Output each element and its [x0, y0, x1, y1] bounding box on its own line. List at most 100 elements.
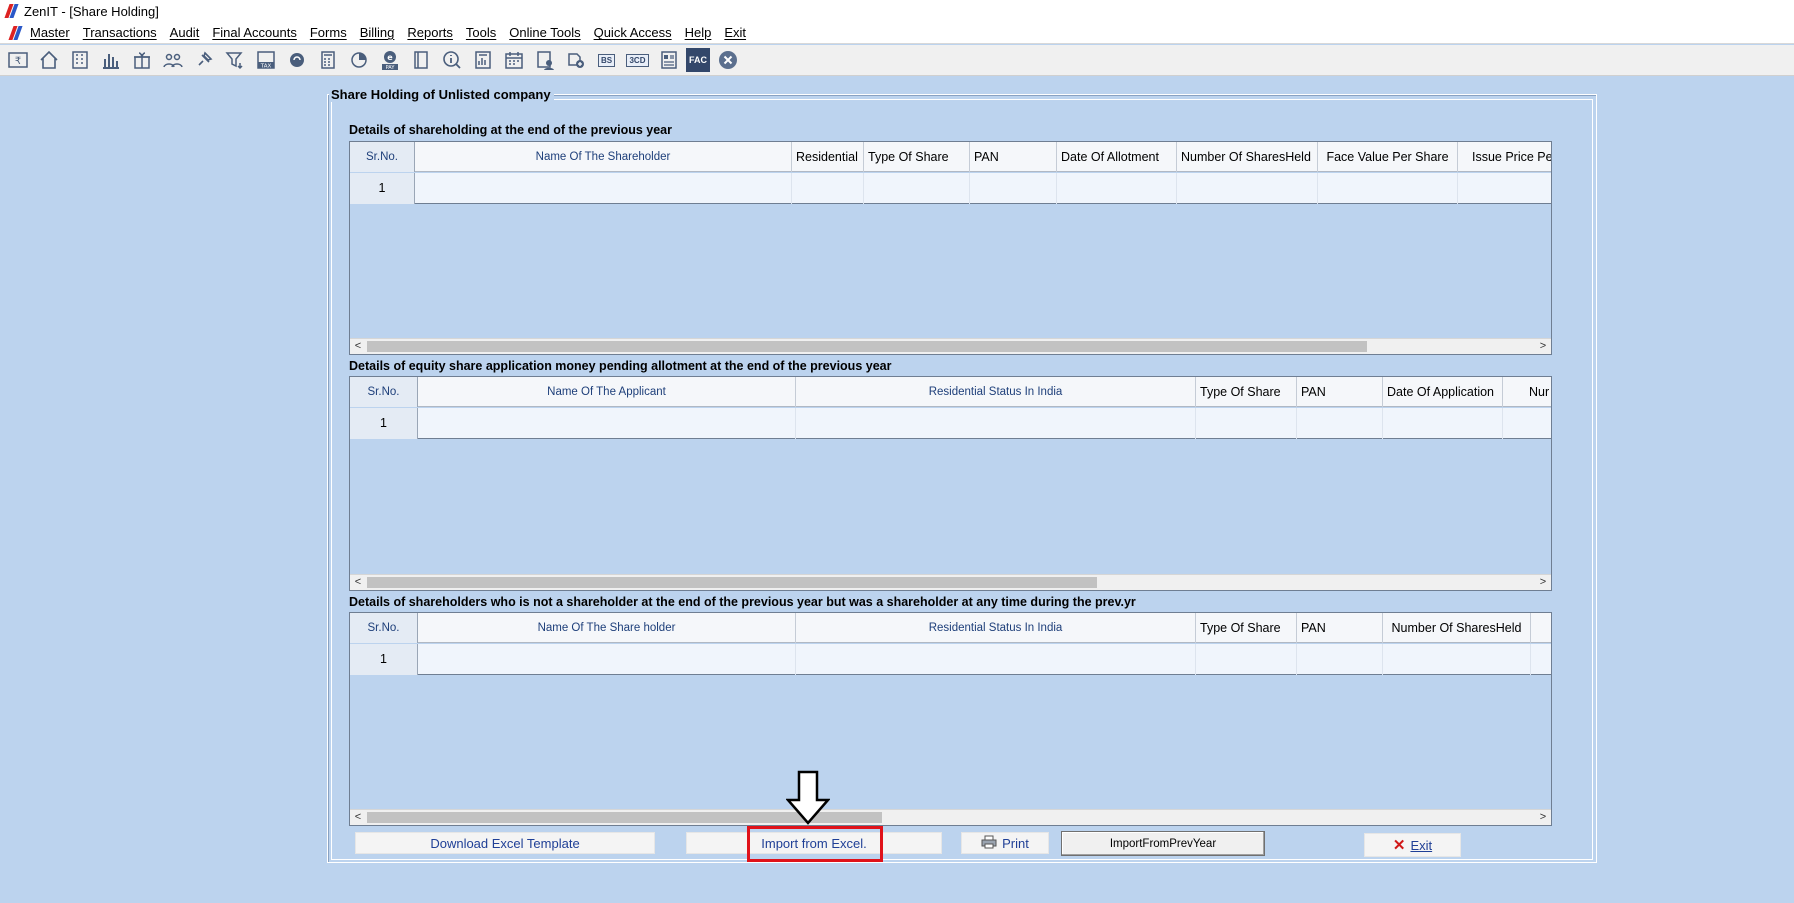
- users-icon[interactable]: [159, 47, 186, 74]
- menu-help[interactable]: Help: [685, 25, 712, 40]
- col-sr-no[interactable]: Sr.No.: [350, 377, 418, 407]
- exit-button[interactable]: ✕ Exit: [1364, 833, 1461, 857]
- col-face-value[interactable]: Face Value Per Share: [1318, 142, 1458, 172]
- cell-pan[interactable]: [970, 173, 1057, 204]
- col-pan[interactable]: PAN: [1297, 377, 1383, 407]
- cell-issue-price[interactable]: [1458, 173, 1551, 204]
- menu-final-accounts[interactable]: Final Accounts: [212, 25, 297, 40]
- scroll-left-icon[interactable]: <: [350, 575, 366, 590]
- col-pan[interactable]: PAN: [970, 142, 1057, 172]
- download-excel-template-button[interactable]: Download Excel Template: [355, 832, 655, 854]
- col-pan[interactable]: PAN: [1297, 613, 1383, 643]
- report-icon[interactable]: [469, 47, 496, 74]
- table-row[interactable]: 1: [350, 644, 1551, 675]
- cell-type-of-share[interactable]: [864, 173, 970, 204]
- col-sr-no[interactable]: Sr.No.: [350, 613, 418, 643]
- rupee-icon[interactable]: ₹: [4, 47, 31, 74]
- cell-residential[interactable]: [792, 173, 864, 204]
- col-name[interactable]: Name Of The Shareholder: [415, 142, 792, 172]
- cell-date[interactable]: [1057, 173, 1177, 204]
- horizontal-scrollbar[interactable]: < >: [350, 809, 1551, 825]
- menu-forms[interactable]: Forms: [310, 25, 347, 40]
- 3cd-icon[interactable]: 3CD: [624, 47, 651, 74]
- import-from-prev-year-button[interactable]: ImportFromPrevYear: [1061, 831, 1265, 856]
- cell-applicant-name[interactable]: [418, 408, 796, 439]
- refresh-icon[interactable]: [283, 47, 310, 74]
- horizontal-scrollbar[interactable]: < >: [350, 338, 1551, 354]
- tax-icon[interactable]: TAX: [252, 47, 279, 74]
- col-residential[interactable]: Residential: [792, 142, 864, 172]
- col-sr-no[interactable]: Sr.No.: [350, 142, 415, 172]
- cell-residential-status[interactable]: [796, 644, 1196, 675]
- col-residential-status[interactable]: Residential Status In India: [796, 377, 1196, 407]
- menu-audit[interactable]: Audit: [170, 25, 200, 40]
- menu-online-tools[interactable]: Online Tools: [509, 25, 580, 40]
- gift-icon[interactable]: [128, 47, 155, 74]
- cell-shares[interactable]: [1383, 644, 1531, 675]
- col-residential-status[interactable]: Residential Status In India: [796, 613, 1196, 643]
- info-icon[interactable]: [438, 47, 465, 74]
- col-extra[interactable]: [1531, 613, 1551, 643]
- former-shareholders-grid[interactable]: Sr.No. Name Of The Share holder Resident…: [349, 612, 1552, 826]
- menu-tools[interactable]: Tools: [466, 25, 496, 40]
- col-date-of-application[interactable]: Date Of Application: [1383, 377, 1503, 407]
- cell-number[interactable]: [1503, 408, 1551, 439]
- table-row[interactable]: 1: [350, 408, 1551, 439]
- scroll-right-icon[interactable]: >: [1535, 339, 1551, 354]
- col-shareholder-name[interactable]: Name Of The Share holder: [418, 613, 796, 643]
- scroll-thumb[interactable]: [367, 577, 1097, 588]
- cell-date[interactable]: [1383, 408, 1503, 439]
- calendar-icon[interactable]: [500, 47, 527, 74]
- cell-shares[interactable]: [1177, 173, 1318, 204]
- table-row[interactable]: 1: [350, 173, 1551, 204]
- close-icon[interactable]: [714, 47, 741, 74]
- book-icon[interactable]: [407, 47, 434, 74]
- cell-extra[interactable]: [1531, 644, 1551, 675]
- scroll-left-icon[interactable]: <: [350, 810, 366, 825]
- bar-chart-icon[interactable]: [97, 47, 124, 74]
- cell-pan[interactable]: [1297, 644, 1383, 675]
- col-type-of-share[interactable]: Type Of Share: [1196, 613, 1297, 643]
- menu-billing[interactable]: Billing: [360, 25, 395, 40]
- col-number-of-shares[interactable]: Number Of SharesHeld: [1177, 142, 1318, 172]
- home-icon[interactable]: [35, 47, 62, 74]
- add-icon[interactable]: [562, 47, 589, 74]
- col-date-of-allotment[interactable]: Date Of Allotment: [1057, 142, 1177, 172]
- calculator-icon[interactable]: [314, 47, 341, 74]
- menu-master[interactable]: Master: [30, 25, 70, 40]
- fac-icon[interactable]: FAC: [686, 48, 710, 72]
- epay-icon[interactable]: e PAY: [376, 47, 403, 74]
- shareholding-grid[interactable]: Sr.No. Name Of The Shareholder Residenti…: [349, 141, 1552, 355]
- col-issue-price[interactable]: Issue Price Pe: [1458, 142, 1551, 172]
- cell-type-of-share[interactable]: [1196, 408, 1297, 439]
- horizontal-scrollbar[interactable]: < >: [350, 574, 1551, 590]
- col-type-of-share[interactable]: Type Of Share: [1196, 377, 1297, 407]
- cell-shareholder-name[interactable]: [418, 644, 796, 675]
- menu-transactions[interactable]: Transactions: [83, 25, 157, 40]
- menu-exit[interactable]: Exit: [724, 25, 746, 40]
- form-icon[interactable]: [655, 47, 682, 74]
- menu-reports[interactable]: Reports: [407, 25, 453, 40]
- col-number-of-shares[interactable]: Number Of SharesHeld: [1383, 613, 1531, 643]
- filter-icon[interactable]: [221, 47, 248, 74]
- pie-chart-icon[interactable]: [345, 47, 372, 74]
- cell-residential-status[interactable]: [796, 408, 1196, 439]
- mdi-logo-icon[interactable]: [8, 25, 23, 40]
- scroll-left-icon[interactable]: <: [350, 339, 366, 354]
- bs-icon[interactable]: BS: [593, 47, 620, 74]
- cell-face-value[interactable]: [1318, 173, 1458, 204]
- col-type-of-share[interactable]: Type Of Share: [864, 142, 970, 172]
- cell-type-of-share[interactable]: [1196, 644, 1297, 675]
- menu-quick-access[interactable]: Quick Access: [594, 25, 672, 40]
- print-button[interactable]: Print: [961, 832, 1049, 854]
- cell-pan[interactable]: [1297, 408, 1383, 439]
- application-money-grid[interactable]: Sr.No. Name Of The Applicant Residential…: [349, 376, 1552, 591]
- col-applicant-name[interactable]: Name Of The Applicant: [418, 377, 796, 407]
- scroll-right-icon[interactable]: >: [1535, 575, 1551, 590]
- pin-icon[interactable]: [190, 47, 217, 74]
- user-doc-icon[interactable]: [531, 47, 558, 74]
- building-icon[interactable]: [66, 47, 93, 74]
- scroll-right-icon[interactable]: >: [1535, 810, 1551, 825]
- scroll-thumb[interactable]: [367, 341, 1367, 352]
- cell-name[interactable]: [415, 173, 792, 204]
